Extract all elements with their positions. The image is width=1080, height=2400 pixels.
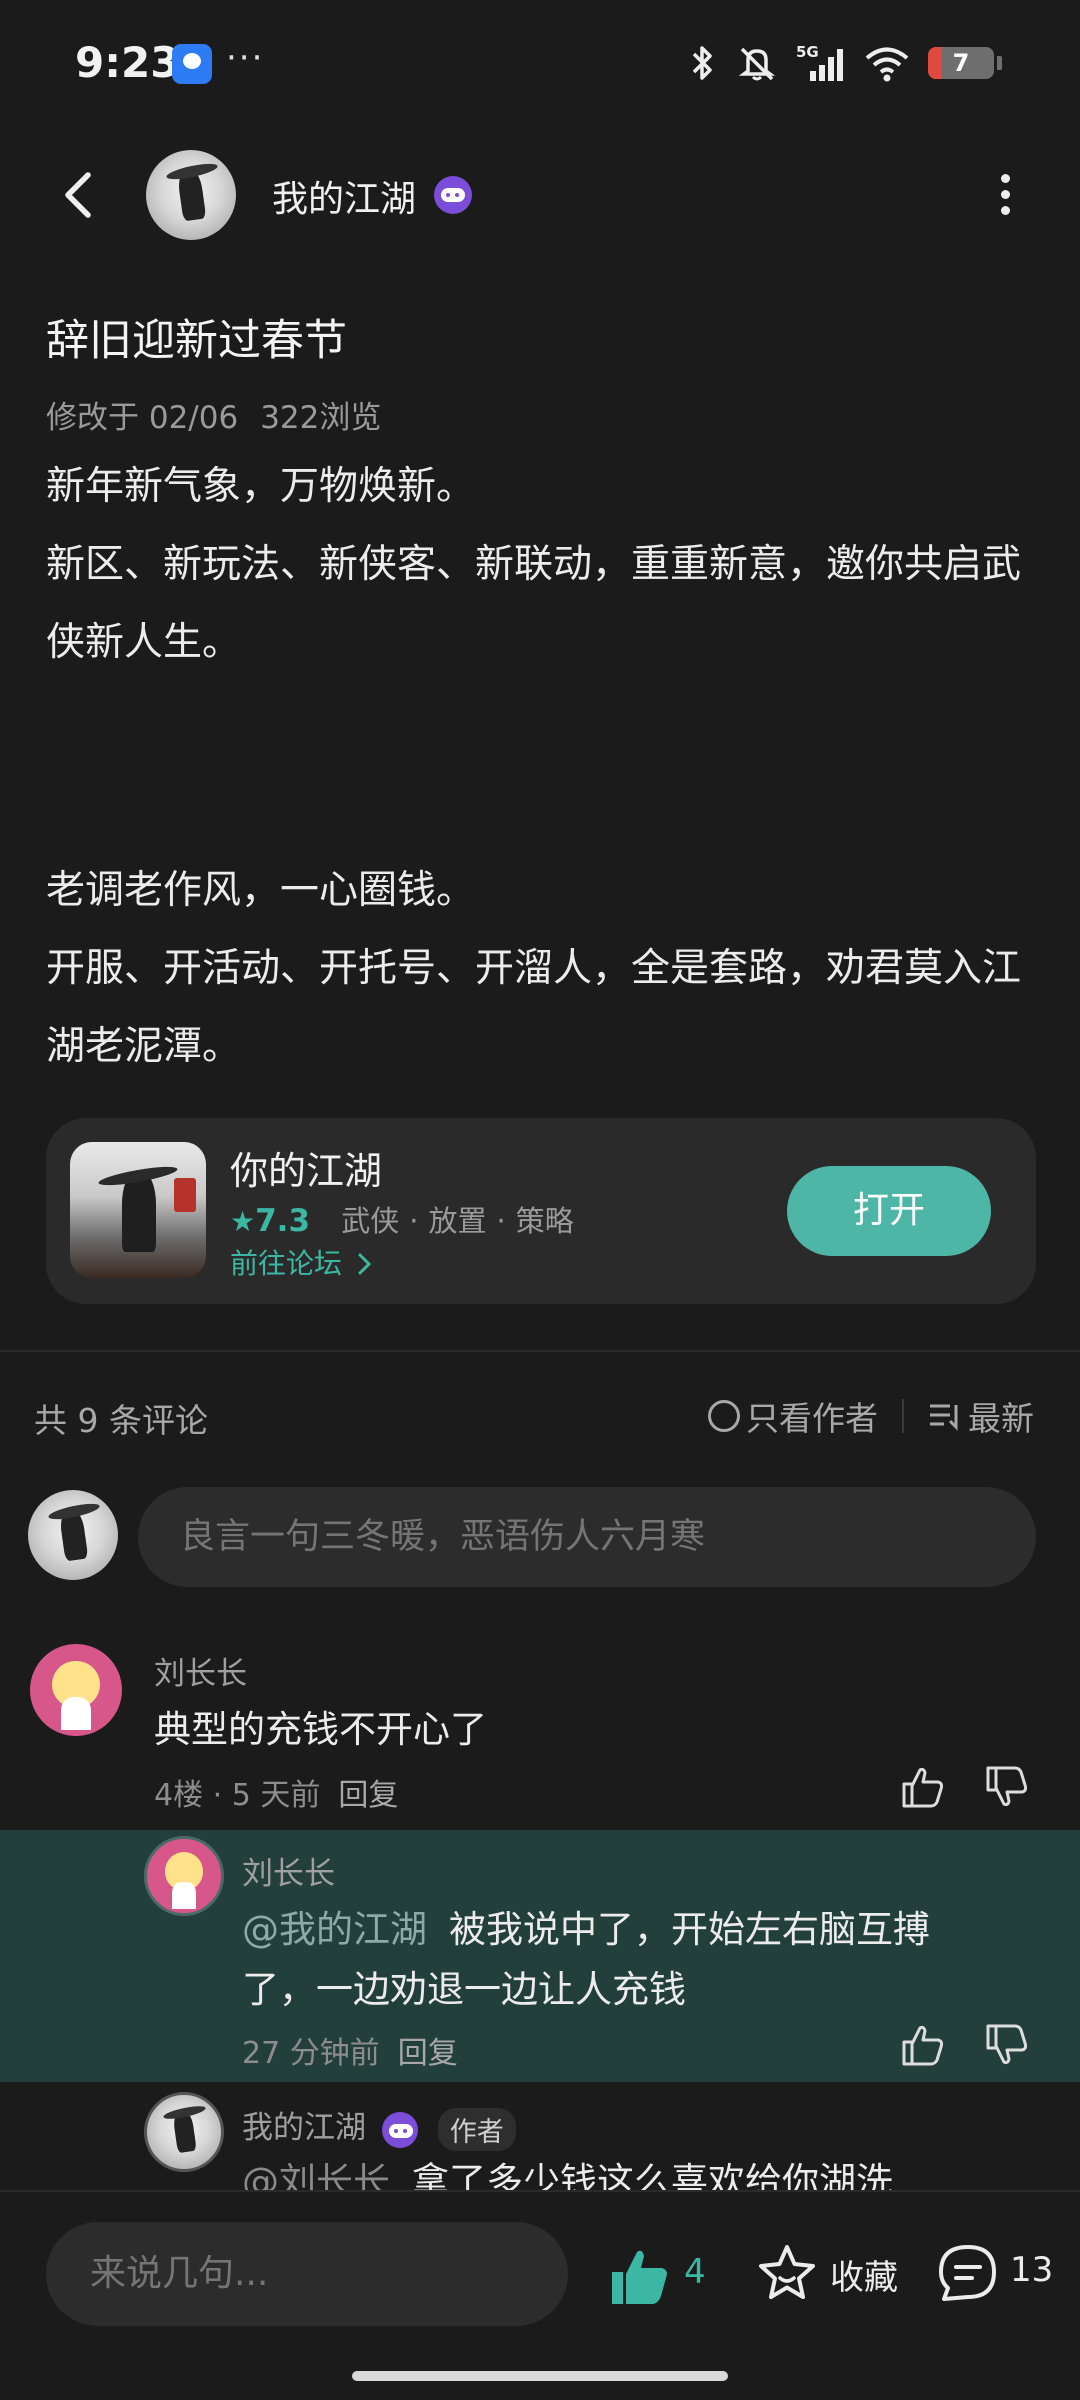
post-paragraph: 新年新气象，万物焕新。 [46,464,476,509]
reply-mention[interactable]: @我的江湖 [242,1908,427,1951]
reply-footer: 27 分钟前 回复 [242,2028,458,2072]
post-meta: 修改于 02/06 322浏览 [46,392,381,437]
chevron-right-icon [358,1253,372,1275]
reply-user-row: 我的江湖 作者 [242,2102,516,2151]
post-title: 辞旧迎新过春节 [46,316,347,366]
app-card[interactable]: 你的江湖 ★7.3 武侠 · 放置 · 策略 前往论坛 打开 [46,1118,1036,1304]
reply-avatar[interactable] [144,1836,224,1916]
sort-latest[interactable]: 最新 [968,1392,1034,1440]
app-rating-score: 7.3 [255,1203,311,1239]
app-icon [70,1142,206,1278]
app-tag: 策略 [515,1204,574,1238]
reply-time: 27 分钟前 [242,2036,380,2071]
thumbs-up-icon[interactable] [900,1764,946,1810]
app-rating-row: ★7.3 武侠 · 放置 · 策略 [230,1203,574,1239]
my-avatar [28,1490,118,1580]
battery-level: 7 [952,49,970,77]
post-paragraph: 开服、开活动、开托号、开溜人，全是套路，劝君莫入江湖老泥潭。 [46,946,1022,1069]
open-app-button[interactable]: 打开 [787,1166,991,1256]
back-arrow-icon[interactable] [52,167,108,223]
comment-time: 5 天前 [231,1778,321,1813]
game-controller-badge-icon [434,176,472,214]
mute-icon [738,47,776,81]
reply-button[interactable]: 回复 [398,2036,458,2071]
status-more-indicator: ··· [226,38,265,78]
author-tag: 作者 [437,2108,516,2151]
game-controller-badge-icon [381,2111,418,2148]
comment-floor: 4楼 [154,1778,204,1813]
comment-input[interactable] [138,1487,1036,1587]
comment-count: 共 9 条评论 [34,1401,208,1440]
home-indicator[interactable] [352,2371,728,2381]
author-avatar[interactable] [146,150,236,240]
comment-footer: 4楼 · 5 天前 回复 [154,1778,399,1813]
like-count: 4 [684,2252,706,2292]
notification-app-icon [172,44,212,84]
thumbs-down-icon[interactable] [984,1764,1030,1810]
author-only-radio-icon[interactable] [708,1400,740,1432]
bluetooth-icon [692,46,712,80]
signal-5g-icon: 5G [796,43,843,81]
author-only-toggle[interactable]: 只看作者 [746,1392,878,1440]
reply-text-line2: 了，一边劝退一边让人充钱 [242,1968,686,2011]
wifi-icon [865,47,909,82]
sort-icon[interactable] [928,1401,962,1431]
comment-filter-bar: 只看作者 最新 [708,1392,1034,1440]
status-time: 9:23 [75,38,180,87]
comment-total: 13 [1010,2250,1054,2290]
author-name[interactable]: 我的江湖 [272,170,416,222]
modified-date: 修改于 02/06 [46,400,239,436]
reply-button[interactable]: 回复 [338,1778,398,1813]
forum-link-label: 前往论坛 [230,1247,343,1280]
network-type-text: 5G [796,43,819,61]
app-tag: 武侠 [341,1204,400,1238]
bottom-action-bar: 4 收藏 13 [0,2190,1080,2400]
reply-avatar[interactable] [144,2092,224,2172]
star-outline-icon[interactable] [756,2242,818,2304]
more-options-icon[interactable] [990,170,1020,220]
reply-text: @我的江湖 被我说中了，开始左右脑互搏 [242,1900,1002,1960]
commenter-name[interactable]: 刘长长 [154,1648,247,1693]
status-bar: 9:23 ··· 5G 7 [0,0,1080,130]
reply-user-name[interactable]: 我的江湖 [242,2110,366,2146]
reply-user-name[interactable]: 刘长长 [242,1848,335,1893]
status-icons: 5G 7 [688,38,1002,88]
post-header: 我的江湖 [0,140,1080,250]
favorite-label[interactable]: 收藏 [830,2250,898,2299]
post-paragraph: 老调老作风，一心圈钱。 [46,868,476,913]
comment-text: 典型的充钱不开心了 [154,1708,487,1751]
post-paragraph: 新区、新玩法、新侠客、新联动，重重新意，邀你共启武侠新人生。 [46,542,1022,665]
app-name: 你的江湖 [230,1149,383,1193]
thumbs-up-filled-icon[interactable] [608,2244,672,2308]
commenter-avatar[interactable] [30,1644,122,1736]
section-divider [0,1350,1080,1352]
forum-link[interactable]: 前往论坛 [230,1242,373,1282]
comment-bubble-icon[interactable] [936,2242,1000,2304]
thumbs-down-icon[interactable] [984,2022,1030,2068]
battery-icon: 7 [928,47,994,79]
thumbs-up-icon[interactable] [900,2022,946,2068]
view-count: 322浏览 [260,400,382,436]
app-tag: 放置 [428,1204,487,1238]
reply-text-line1: 被我说中了，开始左右脑互搏 [449,1908,930,1951]
star-icon: ★ [230,1205,256,1238]
bottom-comment-input[interactable] [46,2222,568,2326]
